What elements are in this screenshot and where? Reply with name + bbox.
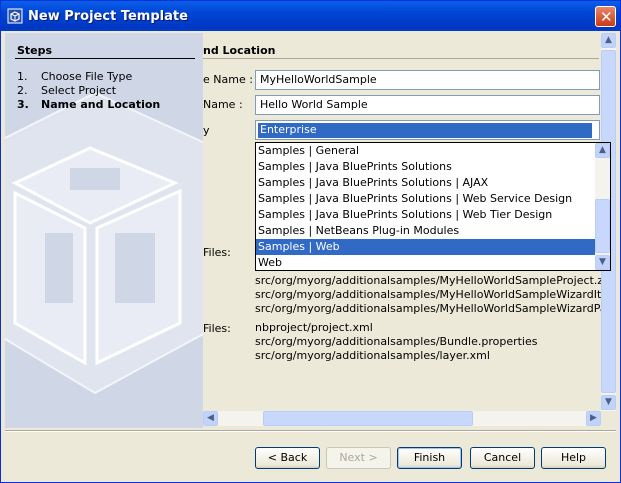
next-button[interactable]: Next >: [326, 447, 391, 469]
close-button[interactable]: ✕: [595, 6, 616, 27]
arrow-down-icon[interactable]: ▼: [595, 255, 610, 270]
file-path: src/org/myorg/additionalsamples/layer.xm…: [255, 349, 490, 362]
template-name-label: e Name :: [203, 73, 253, 86]
scroll-corner: [601, 411, 616, 426]
window-title: New Project Template: [28, 9, 188, 24]
step-label: Choose File Type: [41, 70, 133, 83]
category-label: y: [203, 124, 210, 137]
dropdown-option[interactable]: Samples | NetBeans Plug-in Modules: [256, 223, 595, 239]
arrow-left-icon[interactable]: ◀: [203, 411, 218, 426]
steps-divider: [15, 58, 195, 59]
back-button[interactable]: < Back: [255, 447, 320, 469]
arrow-up-icon[interactable]: ▲: [595, 143, 610, 158]
modified-files-list: nbproject/project.xml src/org/myorg/addi…: [255, 321, 537, 363]
scrollbar-thumb[interactable]: [595, 199, 610, 253]
dropdown-option[interactable]: Samples | General: [256, 143, 595, 159]
step-label: Select Project: [41, 84, 117, 97]
new-project-template-dialog: New Project Template ✕ Steps 1. Choose F…: [0, 0, 621, 483]
dropdown-option[interactable]: Samples | Java BluePrints Solutions | We…: [256, 191, 595, 207]
created-files-label: Files:: [203, 246, 231, 259]
file-path: src/org/myorg/additionalsamples/MyHelloW…: [255, 274, 614, 287]
arrow-right-icon[interactable]: ▶: [586, 411, 601, 426]
step-number: 3.: [17, 98, 29, 111]
dropdown-options: Samples | General Samples | Java BluePri…: [256, 143, 595, 270]
dropdown-option[interactable]: Samples | Java BluePrints Solutions: [256, 159, 595, 175]
step-number: 2.: [17, 84, 28, 97]
netbeans-cube-icon: [7, 8, 23, 24]
modified-files-label: Files:: [203, 322, 231, 335]
cancel-button[interactable]: Cancel: [470, 447, 535, 469]
display-name-field[interactable]: Hello World Sample: [255, 95, 600, 115]
dropdown-option[interactable]: Samples | Java BluePrints Solutions | We…: [256, 207, 595, 223]
arrow-up-icon[interactable]: ▲: [601, 33, 616, 48]
steps-title: Steps: [17, 44, 53, 57]
arrow-down-icon[interactable]: ▼: [601, 395, 616, 410]
template-name-field[interactable]: MyHelloWorldSample: [255, 70, 600, 90]
button-bar-separator: [5, 430, 616, 432]
step-number: 1.: [17, 70, 28, 83]
main-horizontal-scrollbar[interactable]: ◀ ▶: [203, 411, 601, 426]
created-files-list: src/org/myorg/additionalsamples/MyHelloW…: [255, 274, 616, 316]
display-name-label: Name :: [203, 98, 243, 111]
help-button[interactable]: Help: [541, 447, 606, 469]
finish-button[interactable]: Finish: [397, 447, 462, 469]
steps-panel: Steps 1. Choose File Type 2. Select Proj…: [5, 33, 203, 428]
category-selected-value: Enterprise: [258, 123, 592, 138]
dropdown-option[interactable]: Samples | Web: [256, 239, 595, 255]
step-label: Name and Location: [41, 98, 161, 111]
dropdown-scrollbar[interactable]: ▲ ▼: [595, 143, 610, 270]
file-path: src/org/myorg/additionalsamples/MyHelloW…: [255, 288, 616, 301]
scrollbar-thumb[interactable]: [263, 411, 473, 426]
section-title: nd Location: [203, 44, 276, 57]
category-combobox[interactable]: Enterprise: [255, 120, 600, 140]
close-icon: ✕: [600, 8, 613, 26]
category-dropdown-list[interactable]: Samples | General Samples | Java BluePri…: [255, 142, 611, 271]
section-divider: [203, 58, 599, 59]
dropdown-option[interactable]: Samples | Java BluePrints Solutions | AJ…: [256, 175, 595, 191]
dropdown-option[interactable]: Web: [256, 255, 595, 270]
title-bar[interactable]: New Project Template ✕: [1, 1, 620, 31]
file-path: src/org/myorg/additionalsamples/Bundle.p…: [255, 335, 538, 348]
file-path: nbproject/project.xml: [255, 321, 373, 334]
file-path: src/org/myorg/additionalsamples/MyHelloW…: [255, 302, 616, 315]
